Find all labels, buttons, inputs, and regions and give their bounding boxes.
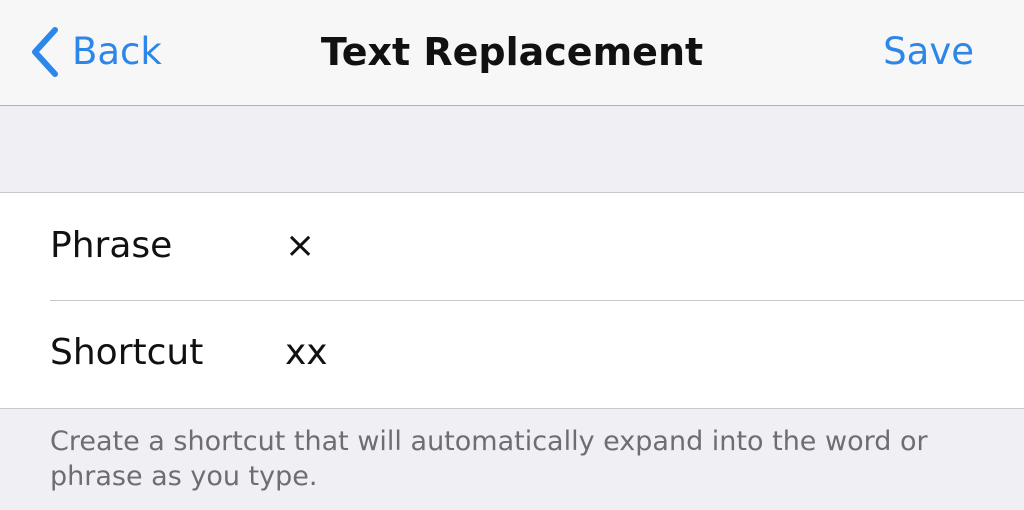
phrase-label: Phrase bbox=[50, 225, 173, 266]
save-button[interactable]: Save bbox=[883, 26, 974, 78]
shortcut-field[interactable]: xx bbox=[285, 330, 965, 376]
navigation-bar: Back Text Replacement Save bbox=[0, 0, 1024, 106]
shortcut-label: Shortcut bbox=[50, 332, 204, 373]
replacement-form: Phrase × Shortcut xx bbox=[0, 192, 1024, 409]
footer-note: Create a shortcut that will automaticall… bbox=[50, 426, 928, 492]
phrase-row: Phrase × bbox=[0, 193, 1024, 301]
page-title: Text Replacement bbox=[320, 30, 704, 74]
phrase-field[interactable]: × bbox=[285, 223, 965, 269]
shortcut-row: Shortcut xx bbox=[0, 300, 1024, 408]
